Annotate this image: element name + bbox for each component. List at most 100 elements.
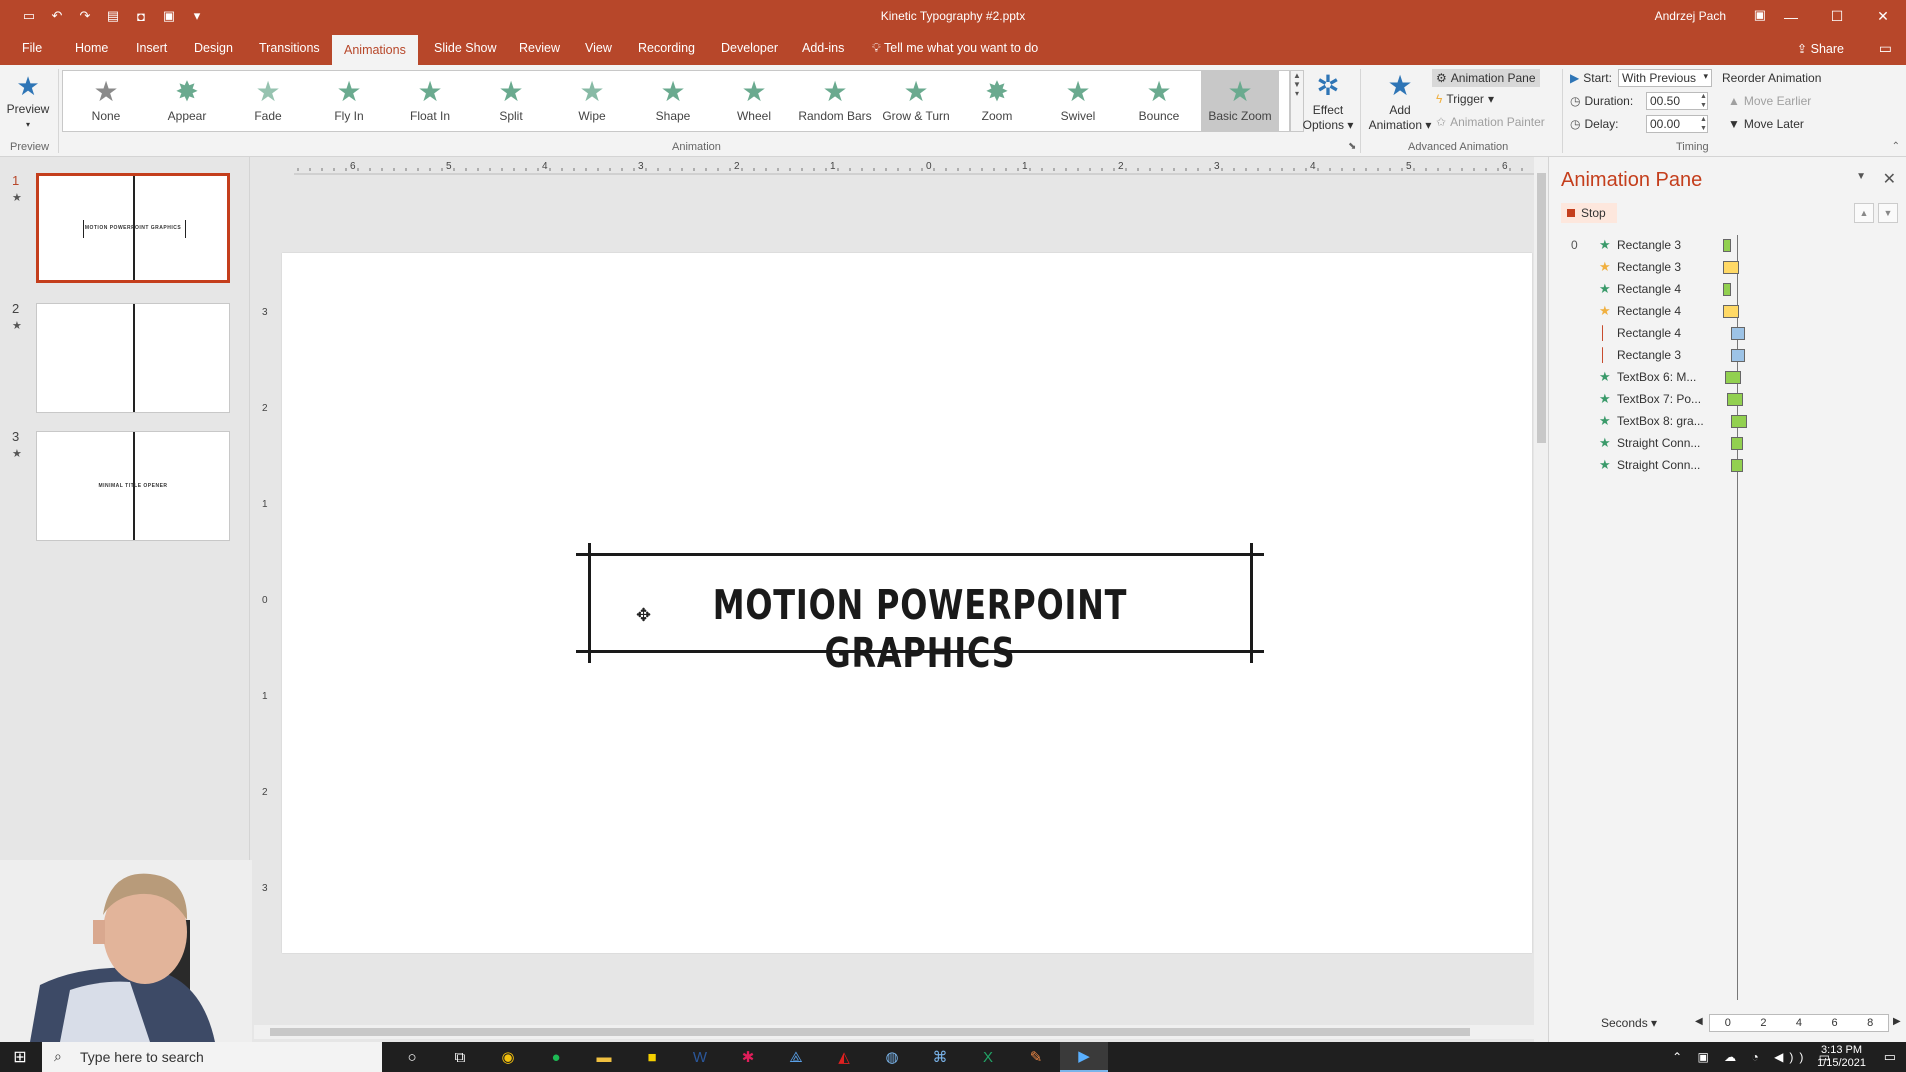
clock[interactable]: 3:13 PM 1/15/2021	[1817, 1044, 1866, 1070]
animation-list-item[interactable]: │ Rectangle 3	[1549, 345, 1906, 367]
effect-float-in[interactable]: ★ Float In	[391, 71, 469, 131]
title-frame[interactable]: MOTION POWERPOINT GRAPHICS	[576, 543, 1264, 677]
effect-shape[interactable]: ★ Shape	[634, 71, 712, 131]
share-button[interactable]: ⇪ Share	[1797, 41, 1844, 56]
maximize-icon[interactable]: ☐	[1814, 0, 1860, 33]
effect-random-bars[interactable]: ★ Random Bars	[796, 71, 874, 131]
comments-icon[interactable]: ▭	[1879, 40, 1892, 57]
animation-list-item[interactable]: ★ TextBox 6: M...	[1549, 367, 1906, 389]
timing-bar[interactable]	[1731, 437, 1743, 450]
move-up-icon[interactable]: ▲	[1854, 203, 1874, 223]
app-icon[interactable]: ⟁	[772, 1042, 820, 1072]
duration-spinner[interactable]: ▲ ▼	[1700, 92, 1707, 110]
tab-add-ins[interactable]: Add-ins	[802, 41, 844, 55]
word-icon[interactable]: W	[676, 1042, 724, 1072]
horizontal-scrollbar[interactable]	[254, 1025, 1534, 1039]
scroll-right-icon[interactable]: ▶	[1893, 1016, 1901, 1027]
scrollbar-thumb[interactable]	[1537, 173, 1546, 443]
effect-wheel[interactable]: ★ Wheel	[715, 71, 793, 131]
system-tray-icons[interactable]: ⌃ ▣ ☁ ◔ ◀)) ▭	[1672, 1050, 1836, 1064]
tab-file[interactable]: File	[22, 41, 42, 55]
spotify-icon[interactable]: ●	[532, 1042, 580, 1072]
tell-me-search[interactable]: 💡︎ Tell me what you want to do	[872, 41, 1038, 56]
timing-bar[interactable]	[1731, 327, 1745, 340]
tab-recording[interactable]: Recording	[638, 41, 695, 55]
scrollbar-thumb[interactable]	[270, 1028, 1470, 1036]
duration-input[interactable]: 00.50	[1646, 92, 1708, 110]
preview-button[interactable]: ★ Preview ▾	[6, 71, 50, 130]
timing-bar[interactable]	[1731, 459, 1743, 472]
animation-list-item[interactable]: ★ Straight Conn...	[1549, 455, 1906, 477]
effect-none[interactable]: ★ None	[67, 71, 145, 131]
dialog-launcher-icon[interactable]: ⬊	[1348, 141, 1356, 152]
close-pane-icon[interactable]: ✕	[1883, 169, 1896, 189]
animation-list-item[interactable]: ★ Straight Conn...	[1549, 433, 1906, 455]
timing-bar[interactable]	[1723, 239, 1731, 252]
slide-thumbnail-2[interactable]	[36, 303, 230, 413]
tab-transitions[interactable]: Transitions	[259, 41, 320, 55]
slide-thumbnail-3[interactable]: MINIMAL TITLE OPENER	[36, 431, 230, 541]
animation-painter-button[interactable]: ✩ Animation Painter	[1436, 115, 1545, 129]
animation-list-item[interactable]: ★ TextBox 7: Po...	[1549, 389, 1906, 411]
animation-list-item[interactable]: ★ TextBox 8: gra...	[1549, 411, 1906, 433]
animation-list-item[interactable]: ★ Rectangle 4	[1549, 301, 1906, 323]
effect-appear[interactable]: ✸ Appear	[148, 71, 226, 131]
move-later-button[interactable]: ▼ Move Later	[1728, 117, 1804, 131]
tab-review[interactable]: Review	[519, 41, 560, 55]
timing-bar[interactable]	[1725, 371, 1741, 384]
tab-insert[interactable]: Insert	[136, 41, 167, 55]
effect-fly-in[interactable]: ★ Fly In	[310, 71, 388, 131]
tab-home[interactable]: Home	[75, 41, 108, 55]
timing-bar[interactable]	[1731, 415, 1747, 428]
slide-title-text[interactable]: MOTION POWERPOINT GRAPHICS	[652, 581, 1189, 677]
animation-list-item[interactable]: ★ Rectangle 4	[1549, 279, 1906, 301]
frame-left-bar[interactable]	[588, 543, 591, 663]
effect-grow-turn[interactable]: ★ Grow & Turn	[877, 71, 955, 131]
tab-animations[interactable]: Animations	[332, 35, 418, 65]
frame-right-bar[interactable]	[1250, 543, 1253, 663]
effect-split[interactable]: ★ Split	[472, 71, 550, 131]
ribbon-display-options-icon[interactable]: ▣	[1754, 7, 1766, 23]
animation-pane-button[interactable]: ⚙ Animation Pane	[1432, 69, 1540, 87]
slack-icon[interactable]: ✱	[724, 1042, 772, 1072]
effect-swivel[interactable]: ★ Swivel	[1039, 71, 1117, 131]
effect-options-button[interactable]: ✲ Effect Options ▾	[1300, 69, 1356, 133]
powerpoint-window-icon[interactable]: ▶	[1060, 1042, 1108, 1072]
chrome-icon[interactable]: ◉	[484, 1042, 532, 1072]
timing-bar[interactable]	[1723, 305, 1739, 318]
vertical-scrollbar[interactable]	[1534, 157, 1548, 1042]
close-icon[interactable]: ✕	[1860, 0, 1906, 33]
stop-button[interactable]: Stop	[1561, 203, 1617, 223]
animation-list-item[interactable]: 0 ★ Rectangle 3	[1549, 235, 1906, 257]
seconds-dropdown[interactable]: Seconds ▾	[1601, 1016, 1657, 1030]
tab-view[interactable]: View	[585, 41, 612, 55]
tab-slide-show[interactable]: Slide Show	[434, 41, 497, 55]
acrobat-icon[interactable]: ◭	[820, 1042, 868, 1072]
add-animation-button[interactable]: ★ Add Animation ▾	[1364, 69, 1436, 133]
slide-thumbnail-1[interactable]: MOTION POWERPOINT GRAPHICS	[36, 173, 230, 283]
move-down-icon[interactable]: ▼	[1878, 203, 1898, 223]
effect-wipe[interactable]: ★ Wipe	[553, 71, 631, 131]
animation-list-item[interactable]: │ Rectangle 4	[1549, 323, 1906, 345]
start-select[interactable]: With Previous ▾	[1618, 69, 1712, 87]
user-name[interactable]: Andrzej Pach	[1655, 9, 1726, 23]
file-explorer-icon[interactable]: ▬	[580, 1042, 628, 1072]
sticky-notes-icon[interactable]: ■	[628, 1042, 676, 1072]
paint-app-icon[interactable]: ✎	[1012, 1042, 1060, 1072]
tab-developer[interactable]: Developer	[721, 41, 778, 55]
taskbar-search[interactable]: ⌕ Type here to search	[42, 1042, 382, 1072]
pane-options-icon[interactable]: ▼	[1856, 171, 1866, 182]
steam-icon[interactable]: ◍	[868, 1042, 916, 1072]
excel-icon[interactable]: X	[964, 1042, 1012, 1072]
delay-input[interactable]: 00.00	[1646, 115, 1708, 133]
trigger-button[interactable]: ϟ Trigger ▾	[1436, 92, 1494, 106]
effect-zoom[interactable]: ✸ Zoom	[958, 71, 1036, 131]
timeline-scale[interactable]: 0 2 4 6 8	[1709, 1014, 1889, 1032]
effect-basic-zoom[interactable]: ★ Basic Zoom	[1201, 71, 1279, 131]
task-view-icon[interactable]: ⧉	[436, 1042, 484, 1072]
windows-start-icon[interactable]: ⊞	[0, 1042, 40, 1072]
scroll-left-icon[interactable]: ◀	[1695, 1016, 1703, 1027]
timing-bar[interactable]	[1731, 349, 1745, 362]
tab-design[interactable]: Design	[194, 41, 233, 55]
network-app-icon[interactable]: ⌘	[916, 1042, 964, 1072]
